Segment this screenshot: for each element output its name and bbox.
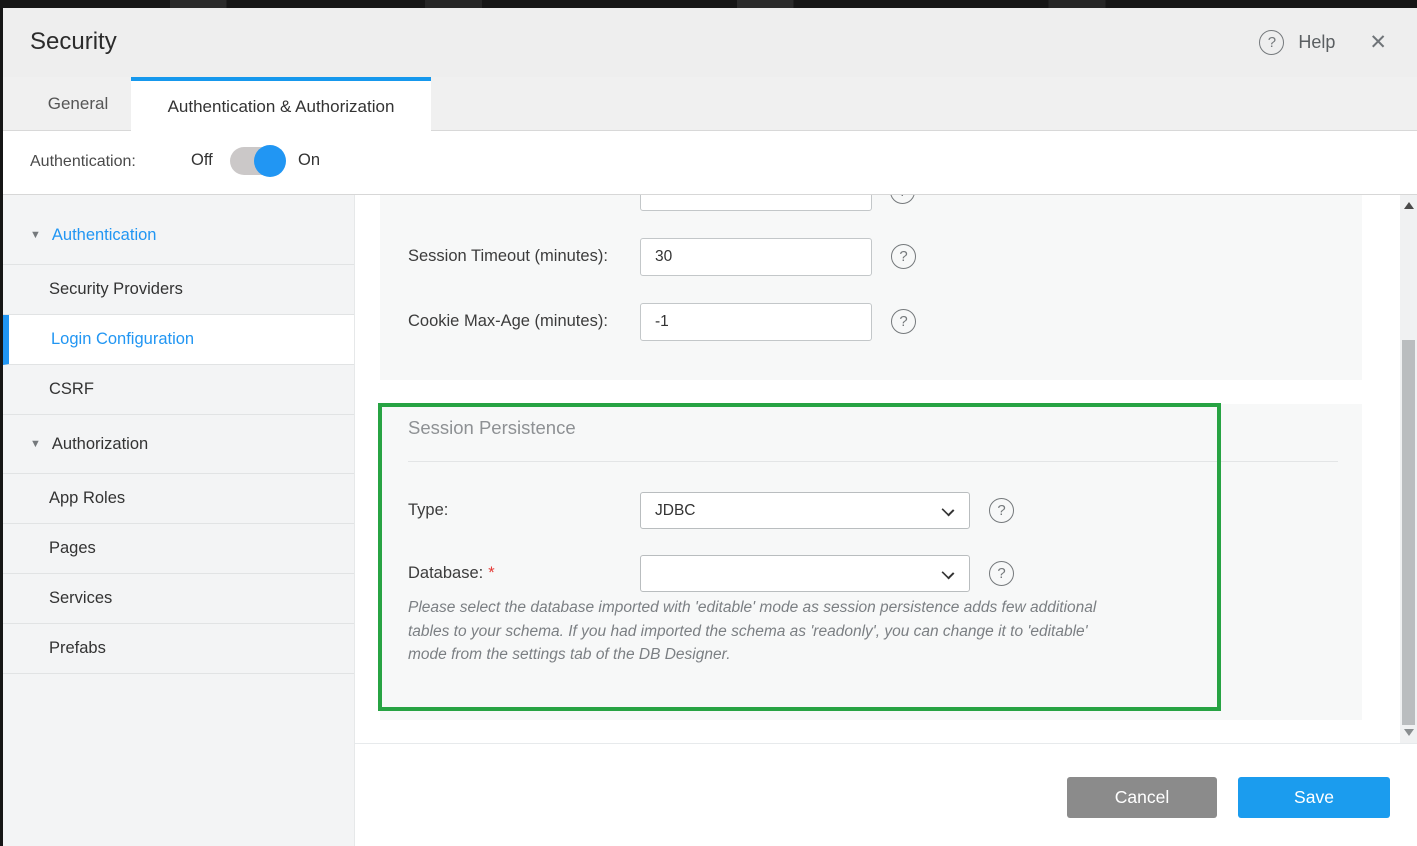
help-icon[interactable]: ? [989, 561, 1014, 586]
security-dialog: Security ? Help ✕ General Authentication… [3, 8, 1417, 846]
database-label: Database: * [408, 564, 495, 583]
sidebar-section-label: Authorization [52, 435, 148, 454]
scroll-up-arrow-icon[interactable] [1404, 202, 1414, 209]
tab-bar: General Authentication & Authorization [3, 77, 1417, 131]
type-label: Type: [408, 501, 448, 520]
scroll-down-arrow-icon[interactable] [1404, 729, 1414, 736]
chevron-down-icon [942, 567, 955, 580]
cookie-max-age-label: Cookie Max-Age (minutes): [408, 312, 608, 331]
sidebar-section-authentication[interactable]: ▼ Authentication [3, 206, 354, 265]
sidebar-item-csrf[interactable]: CSRF [3, 365, 354, 415]
help-icon[interactable]: ? [989, 498, 1014, 523]
collapse-triangle-icon: ▼ [30, 438, 41, 450]
sidebar: ▼ Authentication Security Providers Logi… [3, 195, 355, 846]
required-asterisk: * [488, 564, 494, 582]
tab-authentication-authorization[interactable]: Authentication & Authorization [131, 77, 431, 132]
background-app-strip [0, 0, 1417, 8]
help-icon[interactable]: ? [891, 309, 916, 334]
dialog-header: Security ? Help ✕ [3, 8, 1417, 77]
database-label-text: Database: [408, 564, 483, 582]
sidebar-item-app-roles[interactable]: App Roles [3, 474, 354, 524]
cookie-max-age-input[interactable] [640, 303, 872, 341]
page-title: Security [30, 28, 117, 56]
database-select[interactable] [640, 555, 970, 592]
database-help-note: Please select the database imported with… [408, 596, 1123, 667]
sidebar-item-pages[interactable]: Pages [3, 524, 354, 574]
sidebar-item-label: Login Configuration [51, 330, 194, 349]
type-select-value: JDBC [655, 502, 695, 520]
cancel-button[interactable]: Cancel [1067, 777, 1217, 818]
save-button[interactable]: Save [1238, 777, 1390, 818]
sidebar-item-security-providers[interactable]: Security Providers [3, 265, 354, 315]
type-select[interactable]: JDBC [640, 492, 970, 529]
collapse-triangle-icon: ▼ [30, 229, 41, 241]
sidebar-item-prefabs[interactable]: Prefabs [3, 624, 354, 674]
chevron-down-icon [942, 504, 955, 517]
sidebar-item-label: Services [49, 589, 112, 608]
main-area: ▼ Authentication Security Providers Logi… [3, 195, 1417, 846]
authentication-toggle[interactable] [230, 147, 284, 175]
help-button[interactable]: Help [1298, 32, 1335, 53]
login-config-panel [380, 195, 1362, 380]
vertical-scrollbar [1400, 195, 1417, 743]
authentication-toggle-row: Authentication: Off On [3, 131, 1417, 195]
sidebar-item-label: Pages [49, 539, 96, 558]
authentication-toggle-label: Authentication: [30, 153, 136, 171]
clipped-top-input[interactable] [640, 195, 872, 211]
dialog-footer: Cancel Save [355, 743, 1417, 846]
session-timeout-label: Session Timeout (minutes): [408, 247, 608, 266]
header-actions: ? Help ✕ [1259, 8, 1391, 77]
toggle-knob [254, 145, 286, 177]
toggle-on-label: On [298, 151, 320, 170]
scrollable-form: ? Session Timeout (minutes): ? Cookie Ma… [355, 195, 1417, 743]
tab-general[interactable]: General [25, 77, 131, 131]
sidebar-item-services[interactable]: Services [3, 574, 354, 624]
session-persistence-title: Session Persistence [408, 417, 576, 439]
help-icon[interactable]: ? [891, 244, 916, 269]
sidebar-item-label: App Roles [49, 489, 125, 508]
sidebar-item-login-configuration[interactable]: Login Configuration [3, 315, 354, 365]
session-timeout-input[interactable] [640, 238, 872, 276]
sidebar-item-label: CSRF [49, 380, 94, 399]
toggle-off-label: Off [191, 151, 213, 170]
sidebar-item-label: Prefabs [49, 639, 106, 658]
sidebar-section-label: Authentication [52, 226, 157, 245]
close-icon[interactable]: ✕ [1365, 28, 1391, 57]
screen: Security ? Help ✕ General Authentication… [0, 0, 1417, 846]
sidebar-item-label: Security Providers [49, 280, 183, 299]
section-divider [408, 461, 1338, 462]
help-icon[interactable]: ? [1259, 30, 1284, 55]
sidebar-section-authorization[interactable]: ▼ Authorization [3, 415, 354, 474]
scrollbar-thumb[interactable] [1402, 340, 1415, 725]
content-area: ? Session Timeout (minutes): ? Cookie Ma… [355, 195, 1417, 846]
